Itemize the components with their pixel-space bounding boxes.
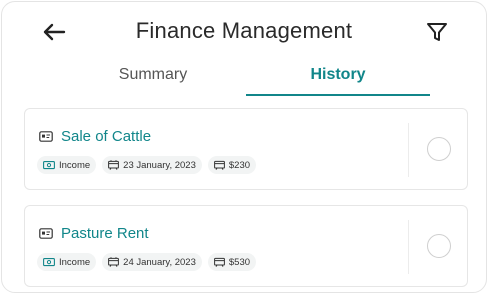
tab-summary[interactable]: Summary xyxy=(78,66,228,96)
record-tags: Income 24 January, 2023 $530 xyxy=(37,253,257,271)
money-icon xyxy=(43,161,55,170)
record-name: Sale of Cattle xyxy=(61,128,152,145)
app-frame: Finance Management Summary History Sale … xyxy=(1,1,487,293)
record-tags: Income 23 January, 2023 $230 xyxy=(37,156,257,174)
cash-icon xyxy=(213,257,225,267)
type-badge: Income xyxy=(37,253,97,271)
amount-badge: $230 xyxy=(207,156,257,174)
list-item[interactable]: Pasture Rent Income 24 January, 2023 $53… xyxy=(24,205,468,287)
select-radio[interactable] xyxy=(427,234,451,258)
money-icon xyxy=(43,258,55,267)
amount-label: $530 xyxy=(228,256,251,268)
date-badge: 23 January, 2023 xyxy=(102,156,202,174)
cash-icon xyxy=(213,160,225,170)
filter-icon xyxy=(427,23,447,41)
divider xyxy=(408,123,409,177)
calendar-icon xyxy=(108,160,120,170)
page-title: Finance Management xyxy=(135,18,353,43)
divider xyxy=(408,220,409,274)
amount-label: $230 xyxy=(228,159,251,171)
type-label: Income xyxy=(59,159,91,171)
active-tab-indicator xyxy=(246,94,430,96)
amount-badge: $530 xyxy=(207,253,257,271)
id-card-icon xyxy=(39,131,53,142)
tab-bar: Summary History xyxy=(2,60,486,100)
date-label: 23 January, 2023 xyxy=(123,159,196,171)
list-item[interactable]: Sale of Cattle Income 23 January, 2023 $… xyxy=(24,108,468,190)
date-badge: 24 January, 2023 xyxy=(102,253,202,271)
date-label: 24 January, 2023 xyxy=(123,256,196,268)
type-label: Income xyxy=(59,256,91,268)
record-name: Pasture Rent xyxy=(61,225,149,242)
type-badge: Income xyxy=(37,156,97,174)
select-radio[interactable] xyxy=(427,137,451,161)
filter-button[interactable] xyxy=(424,19,450,45)
tab-history[interactable]: History xyxy=(246,66,430,96)
calendar-icon xyxy=(108,257,120,267)
header: Finance Management xyxy=(2,2,486,60)
id-card-icon xyxy=(39,228,53,239)
